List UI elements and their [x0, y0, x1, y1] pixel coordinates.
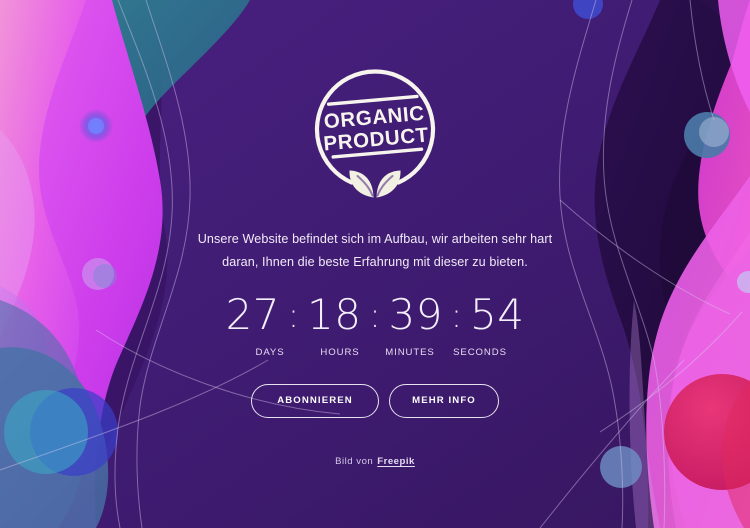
countdown-separator-1: : [287, 295, 300, 336]
countdown-minutes-label: MINUTES [385, 346, 435, 358]
hero-content: ORGANIC PRODUCT Unsere Website befindet … [0, 0, 750, 528]
countdown-timer: 27 : 18 : 39 : 54 [225, 289, 525, 339]
countdown-seconds-value: 54 [469, 289, 525, 339]
countdown-labels: DAYS HOURS MINUTES SECONDS [235, 347, 515, 358]
countdown-seconds-label: SECONDS [453, 346, 507, 358]
hero-description-line-1: Unsere Website befindet sich im Aufbau, … [197, 232, 553, 246]
hero-description: Unsere Website befindet sich im Aufbau, … [185, 228, 565, 274]
organic-product-logo: ORGANIC PRODUCT [295, 54, 455, 202]
countdown-separator-3: : [450, 295, 463, 336]
cta-button-row: ABONNIEREN MEHR INFO [251, 383, 499, 418]
organic-product-badge-icon: ORGANIC PRODUCT [314, 69, 436, 198]
leaves-icon [349, 170, 401, 198]
countdown-days-value: 27 [225, 289, 281, 339]
image-credit: Bild von Freepik [335, 456, 415, 467]
countdown-minutes-value: 39 [388, 289, 443, 339]
freepik-link[interactable]: Freepik [377, 456, 415, 467]
countdown-separator-2: : [369, 295, 381, 336]
image-credit-prefix: Bild von [335, 455, 374, 467]
hero-description-line-2: daran, Ihnen die beste Erfahrung mit die… [222, 254, 528, 269]
countdown-hours-value: 18 [307, 289, 362, 339]
landing-page: ORGANIC PRODUCT Unsere Website befindet … [0, 0, 750, 528]
more-info-button[interactable]: MEHR INFO [389, 383, 499, 418]
subscribe-button[interactable]: ABONNIEREN [251, 383, 379, 418]
countdown-hours-label: HOURS [320, 346, 360, 358]
countdown-days-label: DAYS [255, 346, 285, 358]
